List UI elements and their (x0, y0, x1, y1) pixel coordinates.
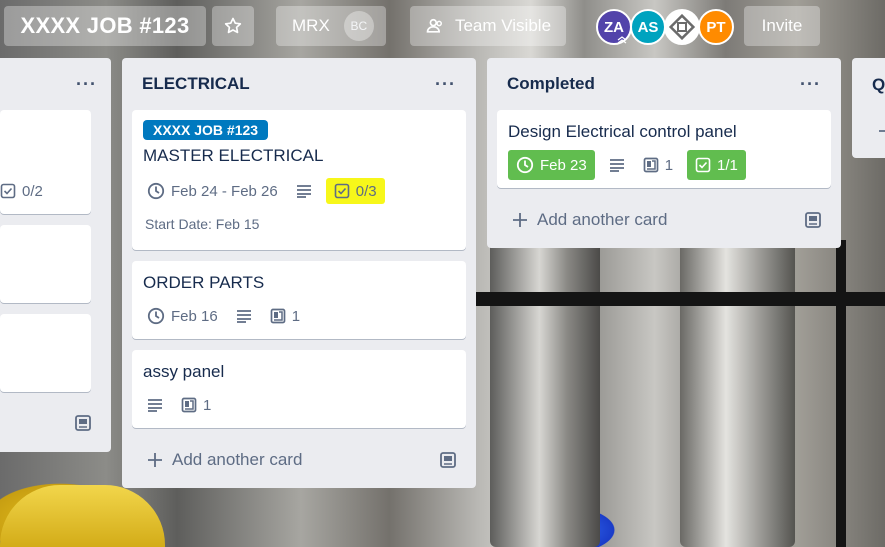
member-avatar-image[interactable] (664, 9, 700, 45)
star-board-button[interactable] (212, 6, 254, 46)
add-card-button[interactable]: Add another card (146, 450, 302, 470)
team-icon (425, 16, 445, 36)
plus-icon (146, 451, 164, 469)
card-template-icon[interactable] (74, 414, 92, 432)
description-badge (605, 152, 629, 178)
list-menu-button[interactable]: ··· (800, 74, 821, 95)
attachment-badge: 1 (639, 152, 677, 178)
attachment-badge: 1 (177, 392, 215, 418)
description-icon (296, 184, 312, 198)
checklist-icon (334, 183, 350, 199)
card-master-electrical[interactable]: XXXX JOB #123 MASTER ELECTRICAL Feb 24 -… (132, 110, 466, 250)
workspace-badge: BC (343, 11, 374, 41)
member-avatar-za[interactable]: ZA (596, 9, 632, 45)
due-date-badge-complete[interactable]: Feb 23 (508, 150, 595, 180)
clock-icon (147, 307, 165, 325)
checklist-badge: 0/3 (325, 178, 385, 204)
card-title: assy panel (143, 362, 225, 381)
board-header: XXXX JOB #123 MRX BC Team Visible ZA AS (0, 0, 885, 56)
checklist-badge: 0/2 (0, 178, 43, 204)
card-badges: Feb 23 1 1/1 (508, 150, 820, 180)
member-avatar-as[interactable]: AS (630, 9, 666, 45)
attachment-icon (270, 308, 286, 324)
list-electrical: ELECTRICAL ··· XXXX JOB #123 MASTER ELEC… (122, 58, 476, 488)
clock-icon (516, 156, 534, 174)
list-header: Completed ··· (487, 58, 841, 110)
card-order-parts[interactable]: ORDER PARTS Feb 16 1 (132, 261, 466, 339)
attachment-icon (181, 397, 197, 413)
background-beam (836, 240, 846, 547)
due-date-badge: Feb 16 (143, 303, 222, 329)
list-title[interactable]: Completed (507, 74, 595, 94)
start-date: Start Date: Feb 15 (145, 216, 260, 232)
card-template-icon[interactable] (439, 451, 457, 469)
clock-icon (147, 182, 165, 200)
attachment-icon (643, 157, 659, 173)
plus-icon[interactable] (877, 122, 885, 140)
checklist-icon (0, 183, 16, 199)
card-label: XXXX JOB #123 (143, 120, 269, 140)
background-beam (476, 292, 885, 306)
card-title: ORDER PARTS (143, 273, 265, 292)
description-icon (609, 158, 625, 172)
list-header: ELECTRICAL ··· (122, 58, 476, 110)
list-title[interactable]: ELECTRICAL (142, 74, 250, 94)
list-menu-button[interactable]: ··· (76, 74, 97, 95)
card[interactable] (0, 225, 91, 303)
card-badges: Feb 16 1 (143, 303, 455, 329)
due-date-badge: Feb 24 - Feb 26 (143, 178, 282, 204)
card-badges: 0/2 (0, 178, 49, 204)
card-title: Design Electrical control panel (508, 122, 737, 141)
workspace-name: MRX (292, 16, 330, 35)
plus-icon (511, 211, 529, 229)
list-partial-right: Q (852, 58, 885, 158)
member-logo-icon (669, 14, 695, 40)
star-icon (223, 16, 243, 36)
background-pipe (680, 240, 795, 547)
member-avatar-pt[interactable]: PT (698, 9, 734, 45)
description-badge (143, 392, 167, 418)
attachment-badge: 1 (266, 303, 304, 329)
board-members: ZA AS PT (596, 9, 734, 45)
card-design-electrical-control-panel[interactable]: Design Electrical control panel Feb 23 1 (497, 110, 831, 188)
background-pipe (490, 240, 600, 547)
card[interactable] (0, 314, 91, 392)
description-icon (147, 398, 163, 412)
description-icon (236, 309, 252, 323)
card-assy-panel[interactable]: assy panel 1 (132, 350, 466, 428)
list-menu-button[interactable]: ··· (435, 74, 456, 95)
list-partial-left: ··· (0, 58, 111, 452)
card-template-icon[interactable] (804, 211, 822, 229)
add-card-button[interactable]: Add another card (511, 210, 667, 230)
background-bucket (0, 485, 165, 547)
admin-chevron-icon (617, 36, 627, 44)
list-completed: Completed ··· Design Electrical control … (487, 58, 841, 248)
list-title[interactable]: Q (872, 75, 885, 95)
board-title[interactable]: XXXX JOB #123 (4, 6, 206, 46)
card-title: MASTER ELECTRICAL (143, 146, 324, 165)
card-badges: Feb 24 - Feb 26 0/3 (143, 178, 455, 204)
invite-button[interactable]: Invite (744, 6, 820, 46)
checklist-icon (695, 157, 711, 173)
description-badge (292, 178, 316, 204)
checklist-badge-complete: 1/1 (687, 150, 746, 180)
visibility-label: Team Visible (454, 16, 552, 35)
workspace-button[interactable]: MRX BC (276, 6, 386, 46)
description-badge (232, 303, 256, 329)
visibility-button[interactable]: Team Visible (410, 6, 566, 46)
card-badges: 1 (143, 392, 455, 418)
